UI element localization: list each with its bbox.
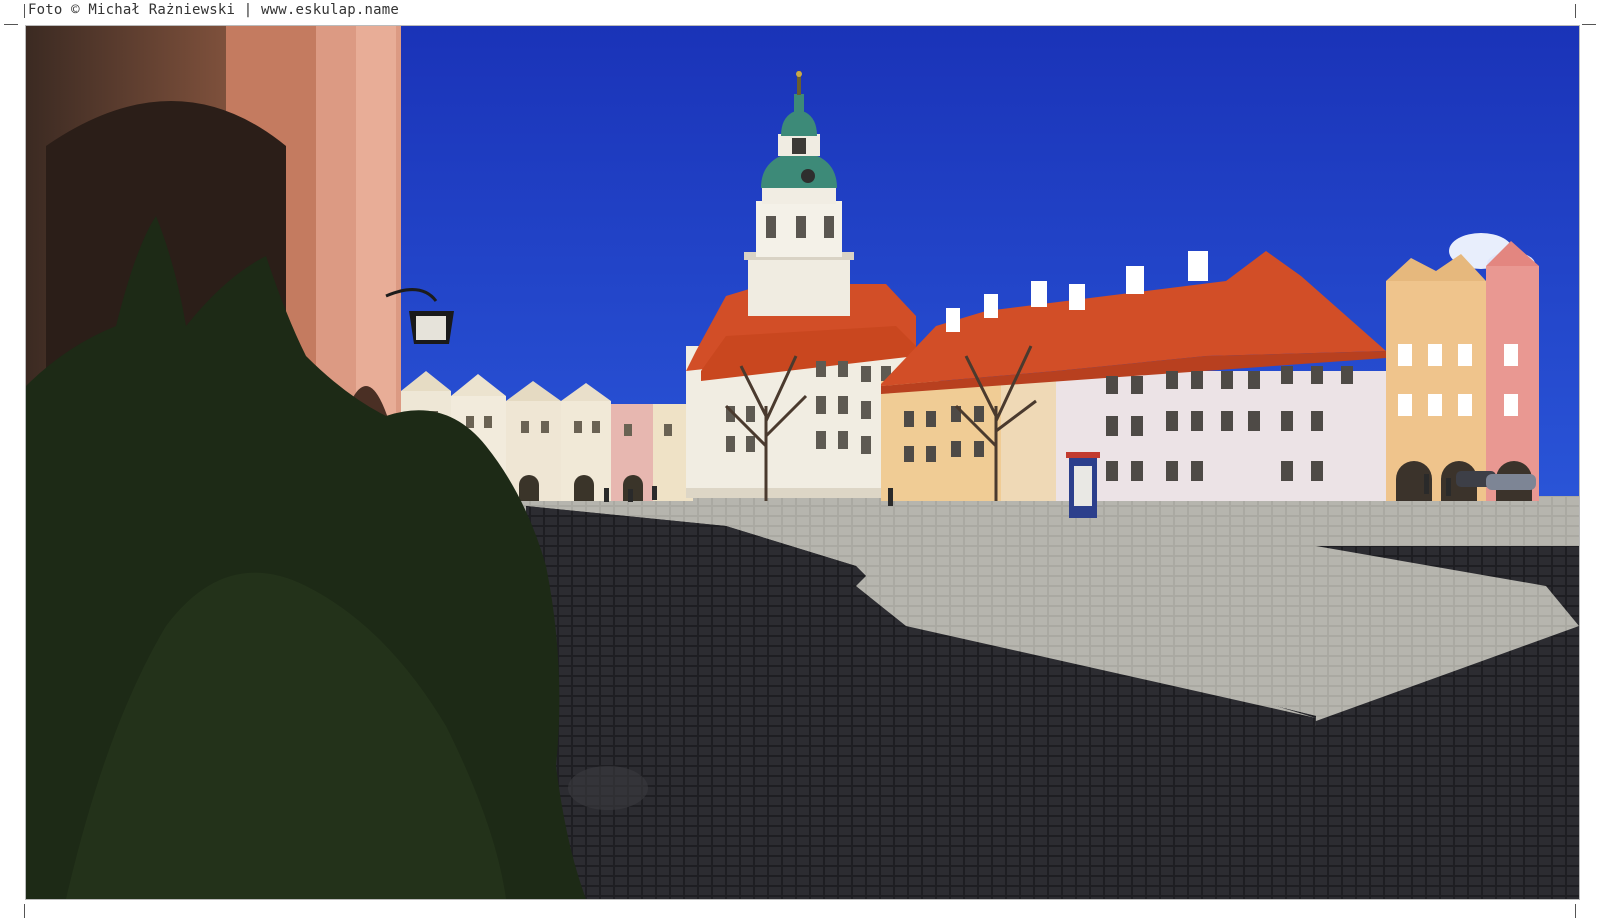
photo-credit: Foto © Michał Rażniewski | www.eskulap.n… [28, 2, 400, 18]
corner-mark-bottom-left [24, 904, 25, 918]
corner-mark-top-left [24, 4, 25, 18]
corner-mark-top-right [1575, 4, 1576, 18]
town-square-photo [25, 25, 1580, 900]
side-mark-right [1582, 24, 1596, 25]
side-mark-left [4, 24, 18, 25]
corner-mark-bottom-right [1575, 904, 1576, 918]
